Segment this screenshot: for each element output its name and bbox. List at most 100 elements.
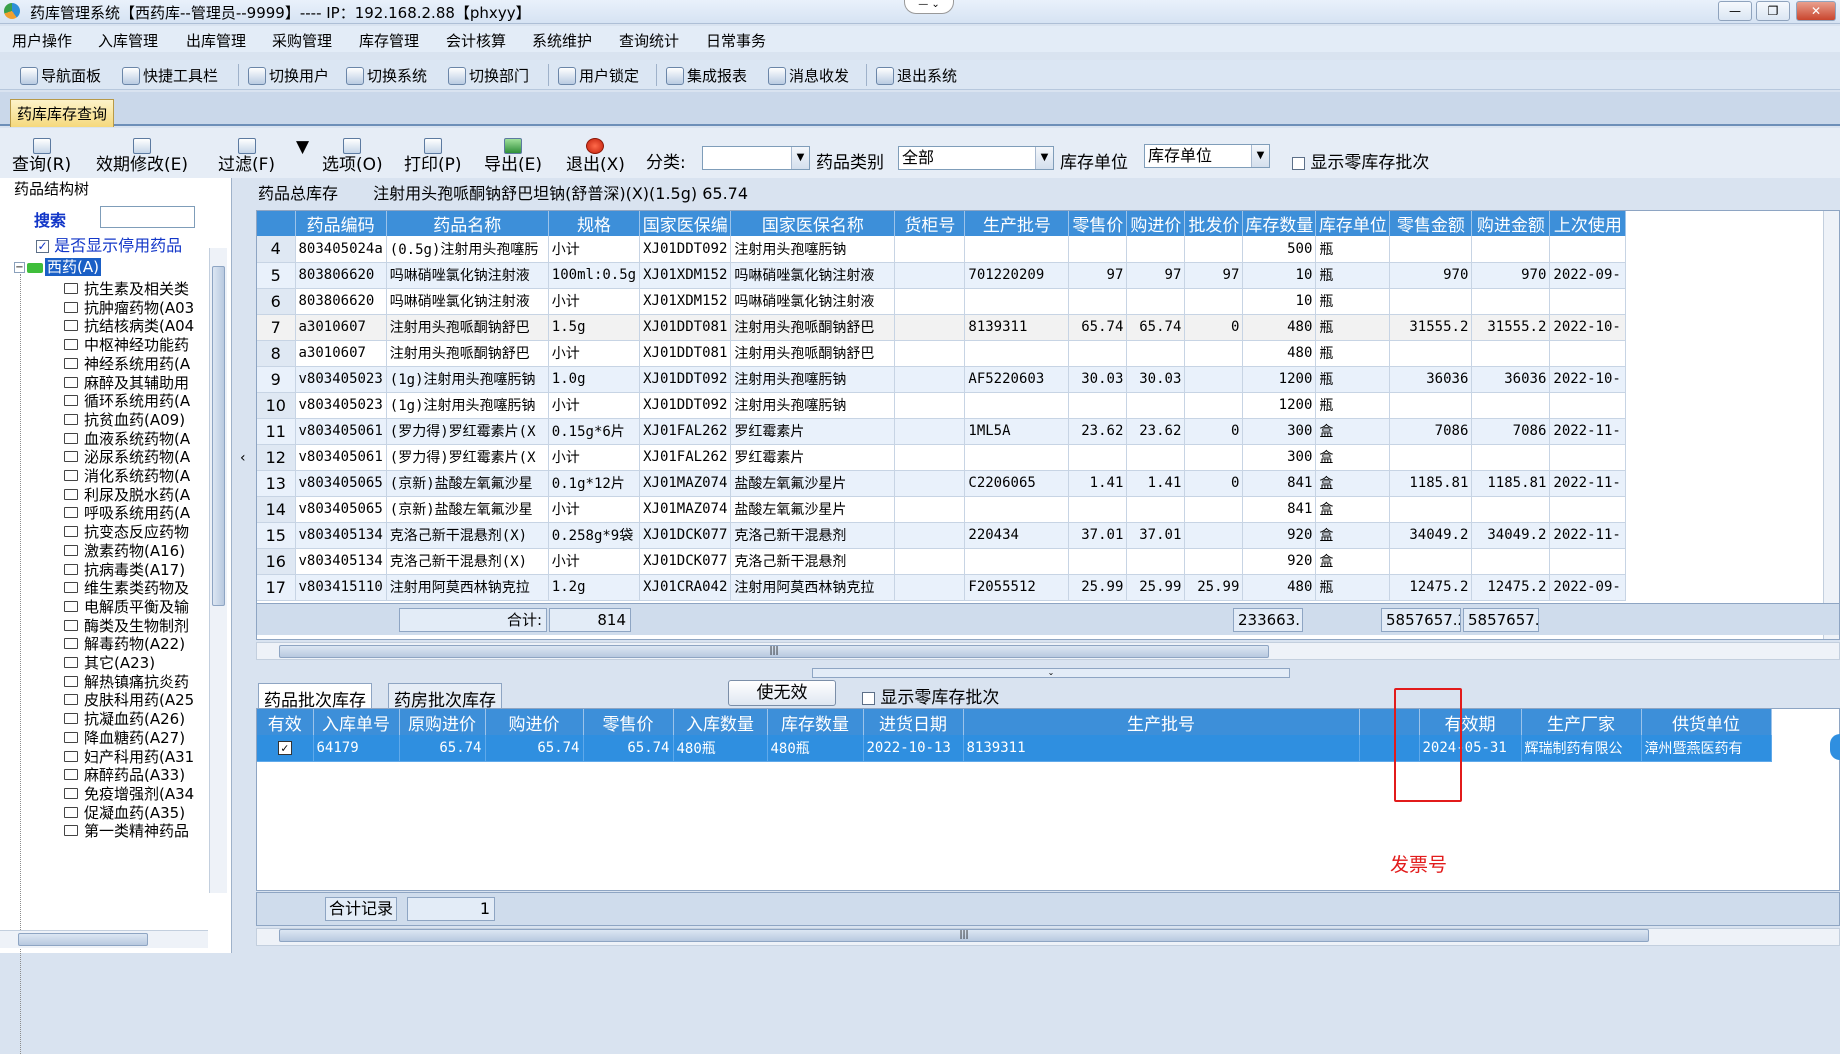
switch-department-button[interactable]: 切换部门 — [448, 65, 529, 86]
table-row[interactable]: 13 v803405065 (京新)盐酸左氧氟沙星 0.1g*12片 XJ01MAZ07… — [257, 470, 1627, 497]
user-lock-button[interactable]: 用户锁定 — [558, 65, 639, 86]
column-header[interactable]: 上次使用 — [1549, 211, 1627, 236]
invalidate-button[interactable]: 使无效 — [728, 680, 836, 706]
table-row[interactable]: 4 803405024a (0.5g)注射用头孢噻肟 小计 XJ01DDT092 注射用头… — [257, 236, 1627, 263]
column-header[interactable]: 生产厂家 — [1521, 709, 1642, 735]
tree-node[interactable]: 第一类精神药品 — [64, 820, 224, 841]
checkbox[interactable] — [1292, 156, 1305, 170]
menu-daily[interactable]: 日常事务 — [706, 30, 766, 51]
table-row[interactable]: 11 v803405061 (罗力得)罗红霉素片(X 0.15g*6片 XJ01FAL2… — [257, 418, 1627, 445]
quit-button[interactable]: 退出(X) — [566, 138, 625, 174]
menu-system[interactable]: 系统维护 — [532, 30, 592, 51]
menu-user-ops[interactable]: 用户操作 — [12, 30, 72, 51]
drug-type-select[interactable]: 全部 ▼ — [898, 146, 1054, 170]
tree-vertical-scrollbar[interactable] — [209, 248, 227, 893]
column-header[interactable]: 零售价 — [583, 709, 674, 735]
chevron-down-icon[interactable]: ▼ — [791, 147, 809, 169]
column-header[interactable]: 批发价 — [1184, 211, 1244, 236]
table-row[interactable]: 10 v803405023 (1g)注射用头孢噻肟钠 小计 XJ01DDT092 注射用头… — [257, 392, 1627, 419]
column-header[interactable]: 国家医保名称 — [730, 211, 896, 236]
column-header[interactable]: 零售价 — [1068, 211, 1128, 236]
column-header[interactable]: 药品名称 — [386, 211, 549, 236]
column-header[interactable]: 国家医保编 — [639, 211, 732, 236]
switch-user-button[interactable]: 切换用户 — [248, 65, 329, 86]
batch-horizontal-scrollbar[interactable]: ||| — [256, 928, 1840, 946]
tab-inventory-query[interactable]: 药库库存查询 — [10, 99, 115, 127]
collapse-left-panel-icon[interactable]: ‹ — [240, 450, 250, 480]
scroll-thumb[interactable]: ||| — [279, 645, 1269, 658]
print-button[interactable]: 打印(P) — [404, 138, 462, 174]
column-header[interactable]: 药品编码 — [295, 211, 387, 236]
chevron-down-icon[interactable]: — ⌄ — [904, 0, 954, 14]
column-header[interactable]: 库存单位 — [1315, 211, 1391, 236]
column-header[interactable]: 入库单号 — [313, 709, 400, 735]
search-input[interactable] — [100, 206, 195, 228]
menu-inventory[interactable]: 库存管理 — [359, 30, 419, 51]
table-row[interactable]: 8 a3010607 注射用头孢哌酮钠舒巴 小计 XJ01DDT081 注射用头孢哌酮钠舒… — [257, 340, 1627, 367]
panel-splitter[interactable]: ⌄ — [812, 668, 1290, 678]
query-button[interactable]: 查询(R) — [12, 138, 71, 174]
show-disabled-toggle[interactable]: ✓ 是否显示停用药品 — [36, 232, 182, 256]
table-row[interactable]: 12 v803405061 (罗力得)罗红霉素片(X 小计 XJ01FAL262 罗红霉素… — [257, 444, 1627, 471]
menu-inbound[interactable]: 入库管理 — [98, 30, 158, 51]
tree-root-node[interactable]: − 西药(A) — [14, 256, 101, 277]
column-header[interactable]: 供货单位 — [1641, 709, 1772, 735]
table-row[interactable]: 14 v803405065 (京新)盐酸左氧氟沙星 小计 XJ01MAZ074 盐酸左氧氟… — [257, 496, 1627, 523]
table-row[interactable]: 16 v803405134 克洛己新干混悬剂(X) 小计 XJ01DCK077 克洛己新干… — [257, 548, 1627, 575]
column-header[interactable]: 库存数量 — [767, 709, 864, 735]
tree-horizontal-scrollbar[interactable] — [0, 930, 208, 948]
table-row[interactable]: 15 v803405134 克洛己新干混悬剂(X) 0.258g*9袋 XJ01DCK0… — [257, 522, 1627, 549]
valid-checkbox[interactable]: ✓ — [277, 740, 292, 755]
column-header[interactable]: 原购进价 — [399, 709, 486, 735]
column-header[interactable]: 购进价 — [485, 709, 584, 735]
grid-horizontal-scrollbar[interactable]: ||| — [256, 642, 1840, 660]
filter-dropdown[interactable]: ▼ — [296, 138, 309, 156]
message-button[interactable]: 消息收发 — [768, 65, 849, 86]
tab-drug-batch-stock[interactable]: 药品批次库存 — [258, 683, 372, 711]
checkbox[interactable] — [862, 691, 875, 705]
column-header[interactable]: 生产批号 — [964, 211, 1070, 236]
options-button[interactable]: 选项(O) — [322, 138, 383, 174]
menu-purchase[interactable]: 采购管理 — [272, 30, 332, 51]
scroll-thumb[interactable] — [18, 933, 148, 946]
valid-cell[interactable]: ✓ — [257, 735, 314, 762]
integrated-report-button[interactable]: 集成报表 — [666, 65, 747, 86]
export-button[interactable]: 导出(E) — [484, 138, 542, 174]
column-header[interactable]: 库存数量 — [1242, 211, 1317, 236]
column-header[interactable]: 入库数量 — [673, 709, 768, 735]
column-header[interactable]: 规格 — [548, 211, 641, 236]
collapse-icon[interactable]: − — [14, 262, 25, 273]
show-zero-stock-toggle[interactable]: 显示零库存批次 — [1292, 148, 1429, 173]
menu-accounting[interactable]: 会计核算 — [446, 30, 506, 51]
close-button[interactable]: ✕ — [1796, 1, 1836, 21]
table-row[interactable]: 7 a3010607 注射用头孢哌酮钠舒巴 1.5g XJ01DDT081 注射用头孢哌酮… — [257, 314, 1627, 341]
column-header[interactable]: 货柜号 — [894, 211, 966, 236]
checkbox-checked[interactable]: ✓ — [36, 240, 49, 253]
table-row[interactable]: 9 v803405023 (1g)注射用头孢噻肟钠 1.0g XJ01DDT092 注射用… — [257, 366, 1627, 393]
column-header[interactable]: 购进金额 — [1471, 211, 1551, 236]
menu-outbound[interactable]: 出库管理 — [186, 30, 246, 51]
expiry-edit-button[interactable]: 效期修改(E) — [96, 138, 188, 174]
scroll-thumb[interactable]: ||| — [279, 929, 1649, 942]
column-header[interactable]: 零售金额 — [1389, 211, 1473, 236]
nav-panel-button[interactable]: 导航面板 — [20, 65, 101, 86]
table-row[interactable]: ✓ 64179 65.74 65.74 65.74 480瓶 480瓶 2022-10-13 8… — [257, 735, 1772, 762]
column-header[interactable] — [257, 211, 296, 236]
table-row[interactable]: 5 803806620 吗啉硝唑氯化钠注射液 100ml:0.5g XJ01XDM152… — [257, 262, 1627, 289]
scroll-thumb[interactable] — [212, 266, 225, 606]
menu-query-stats[interactable]: 查询统计 — [619, 30, 679, 51]
show-zero-batch-toggle[interactable]: 显示零库存批次 — [862, 683, 999, 708]
column-header[interactable]: 有效 — [257, 709, 314, 735]
filter-button[interactable]: 过滤(F) — [218, 138, 275, 174]
column-header[interactable]: 进货日期 — [863, 709, 964, 735]
side-expand-handle[interactable] — [1830, 734, 1840, 760]
column-header[interactable]: 购进价 — [1126, 211, 1186, 236]
grid-vertical-scrollbar[interactable] — [1823, 211, 1839, 639]
minimize-button[interactable]: — — [1718, 1, 1752, 21]
column-header[interactable]: 生产批号 — [963, 709, 1360, 735]
tab-pharmacy-batch-stock[interactable]: 药房批次库存 — [388, 683, 502, 711]
exit-system-button[interactable]: 退出系统 — [876, 65, 957, 86]
chevron-down-icon[interactable]: ▼ — [1251, 145, 1269, 167]
table-row[interactable]: 17 v803415110 注射用阿莫西林钠克拉 1.2g XJ01CRA042 注射用阿… — [257, 574, 1627, 601]
maximize-button[interactable]: ❐ — [1756, 1, 1790, 21]
